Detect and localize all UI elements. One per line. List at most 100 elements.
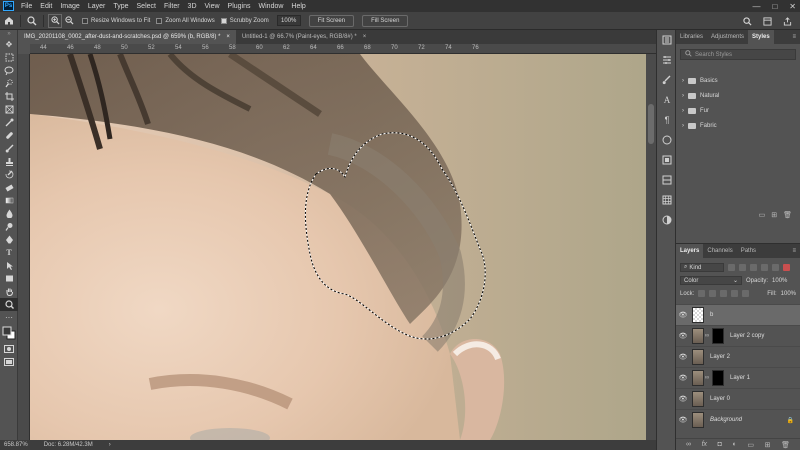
color-icon[interactable] (657, 130, 677, 150)
lasso-tool-icon[interactable] (0, 64, 18, 77)
tab-libraries[interactable]: Libraries (676, 30, 707, 44)
menu-view[interactable]: View (201, 3, 224, 10)
menu-filter[interactable]: Filter (160, 3, 184, 10)
color-swatches[interactable] (0, 324, 18, 342)
kind-filter-dropdown[interactable]: ⌕ Kind (680, 263, 724, 272)
trash-icon[interactable]: 🗑 (781, 441, 790, 449)
visibility-eye-icon[interactable]: 👁 (676, 395, 690, 403)
layer-row-b[interactable]: 👁 b (676, 304, 800, 325)
visibility-eye-icon[interactable]: 👁 (676, 332, 690, 340)
crop-tool-icon[interactable] (0, 90, 18, 103)
smart-object-filter-icon[interactable] (772, 264, 779, 271)
lock-position-icon[interactable] (720, 290, 728, 297)
layer-row-layer-2[interactable]: 👁 Layer 2 (676, 346, 800, 367)
rectangle-tool-icon[interactable] (0, 272, 18, 285)
healing-brush-tool-icon[interactable] (0, 129, 18, 142)
lock-artboard-icon[interactable] (731, 290, 739, 297)
opacity-value[interactable]: 100% (772, 278, 787, 284)
resize-windows-checkbox[interactable]: Resize Windows to Fit (82, 17, 150, 24)
image-canvas[interactable] (30, 54, 646, 440)
adjustment-icon[interactable]: ◐ (733, 441, 737, 448)
adjustments-icon[interactable] (657, 210, 677, 230)
hand-tool-icon[interactable] (0, 285, 18, 298)
layer-row-layer-0[interactable]: 👁 Layer 0 (676, 388, 800, 409)
tab-paths[interactable]: Paths (737, 244, 760, 258)
fx-icon[interactable]: fx (702, 441, 707, 448)
eraser-tool-icon[interactable] (0, 181, 18, 194)
lock-transparent-icon[interactable] (698, 290, 706, 297)
history-brush-tool-icon[interactable] (0, 168, 18, 181)
close-icon[interactable]: ✕ (789, 2, 796, 11)
history-icon[interactable] (657, 30, 677, 50)
link-icon[interactable]: ∞ (686, 441, 691, 448)
photoshop-logo[interactable]: Ps (3, 1, 14, 11)
quick-mask-icon[interactable] (0, 342, 18, 355)
patterns-icon[interactable] (657, 190, 677, 210)
lock-image-icon[interactable] (709, 290, 717, 297)
menu-3d[interactable]: 3D (184, 3, 201, 10)
clone-stamp-tool-icon[interactable] (0, 155, 18, 168)
blend-mode-dropdown[interactable]: Color ⌄ (680, 276, 742, 285)
eyedropper-tool-icon[interactable] (0, 116, 18, 129)
frame-tool-icon[interactable] (0, 103, 18, 116)
menu-type[interactable]: Type (109, 3, 132, 10)
visibility-eye-icon[interactable]: 👁 (676, 311, 690, 319)
scroll-thumb[interactable] (648, 104, 654, 144)
search-icon[interactable] (740, 14, 754, 28)
style-folder-fabric[interactable]: › Fabric (676, 118, 800, 133)
zoom-out-icon[interactable] (62, 14, 76, 28)
menu-file[interactable]: File (17, 3, 36, 10)
maximize-icon[interactable]: □ (772, 2, 777, 11)
styles-search-input[interactable]: Search Styles (680, 49, 796, 60)
lock-all-icon[interactable] (742, 290, 750, 297)
trash-icon[interactable]: 🗑 (783, 211, 792, 223)
collapse-icon[interactable]: » (0, 30, 18, 38)
pixel-filter-icon[interactable] (728, 264, 735, 271)
zoom-value-field[interactable]: 100% (276, 15, 301, 26)
brush-tool-icon[interactable] (0, 142, 18, 155)
adjustment-filter-icon[interactable] (739, 264, 746, 271)
visibility-eye-icon[interactable]: 👁 (676, 374, 690, 382)
tab-adjustments[interactable]: Adjustments (707, 30, 748, 44)
new-style-icon[interactable]: ⊞ (771, 211, 777, 223)
layer-row-layer-1[interactable]: 👁 ∞ Layer 1 (676, 367, 800, 388)
character-icon[interactable]: A (657, 90, 677, 110)
tab-channels[interactable]: Channels (703, 244, 736, 258)
move-tool-icon[interactable]: ✥ (0, 38, 18, 51)
type-filter-icon[interactable] (750, 264, 757, 271)
menu-help[interactable]: Help (287, 3, 309, 10)
menu-edit[interactable]: Edit (36, 3, 56, 10)
zoom-in-icon[interactable] (48, 13, 62, 28)
close-icon[interactable]: × (363, 34, 367, 40)
layer-row-background[interactable]: 👁 Background 🔒 (676, 409, 800, 430)
menu-plugins[interactable]: Plugins (224, 3, 255, 10)
menu-image[interactable]: Image (56, 3, 83, 10)
folder-icon[interactable]: ▭ (747, 441, 754, 449)
screen-mode-icon[interactable] (0, 355, 18, 368)
layer-mask-thumbnail[interactable] (712, 328, 724, 344)
shape-filter-icon[interactable] (761, 264, 768, 271)
tab-styles[interactable]: Styles (748, 30, 774, 44)
blur-tool-icon[interactable] (0, 207, 18, 220)
menu-select[interactable]: Select (133, 3, 160, 10)
tab-document-2[interactable]: Untitled-1 @ 66.7% (Paint-eyes, RGB/8#) … (236, 30, 372, 44)
brush-settings-icon[interactable] (657, 70, 677, 90)
style-folder-fur[interactable]: › Fur (676, 103, 800, 118)
style-folder-natural[interactable]: › Natural (676, 88, 800, 103)
layer-row-layer-2-copy[interactable]: 👁 ∞ Layer 2 copy (676, 325, 800, 346)
paragraph-icon[interactable]: ¶ (657, 110, 677, 130)
fill-screen-button[interactable]: Fill Screen (362, 14, 409, 27)
menu-window[interactable]: Window (255, 3, 288, 10)
panel-menu-icon[interactable]: ≡ (788, 30, 800, 44)
menu-layer[interactable]: Layer (84, 3, 110, 10)
layer-mask-thumbnail[interactable] (712, 370, 724, 386)
pen-tool-icon[interactable] (0, 233, 18, 246)
marquee-tool-icon[interactable] (0, 51, 18, 64)
style-folder-basics[interactable]: › Basics (676, 73, 800, 88)
more-tools-icon[interactable]: ··· (0, 311, 18, 324)
minimize-icon[interactable]: — (752, 2, 760, 11)
new-layer-icon[interactable]: ⊞ (765, 441, 771, 449)
dodge-tool-icon[interactable] (0, 220, 18, 233)
new-group-icon[interactable]: ▭ (759, 211, 766, 223)
vertical-scrollbar[interactable] (646, 54, 656, 440)
